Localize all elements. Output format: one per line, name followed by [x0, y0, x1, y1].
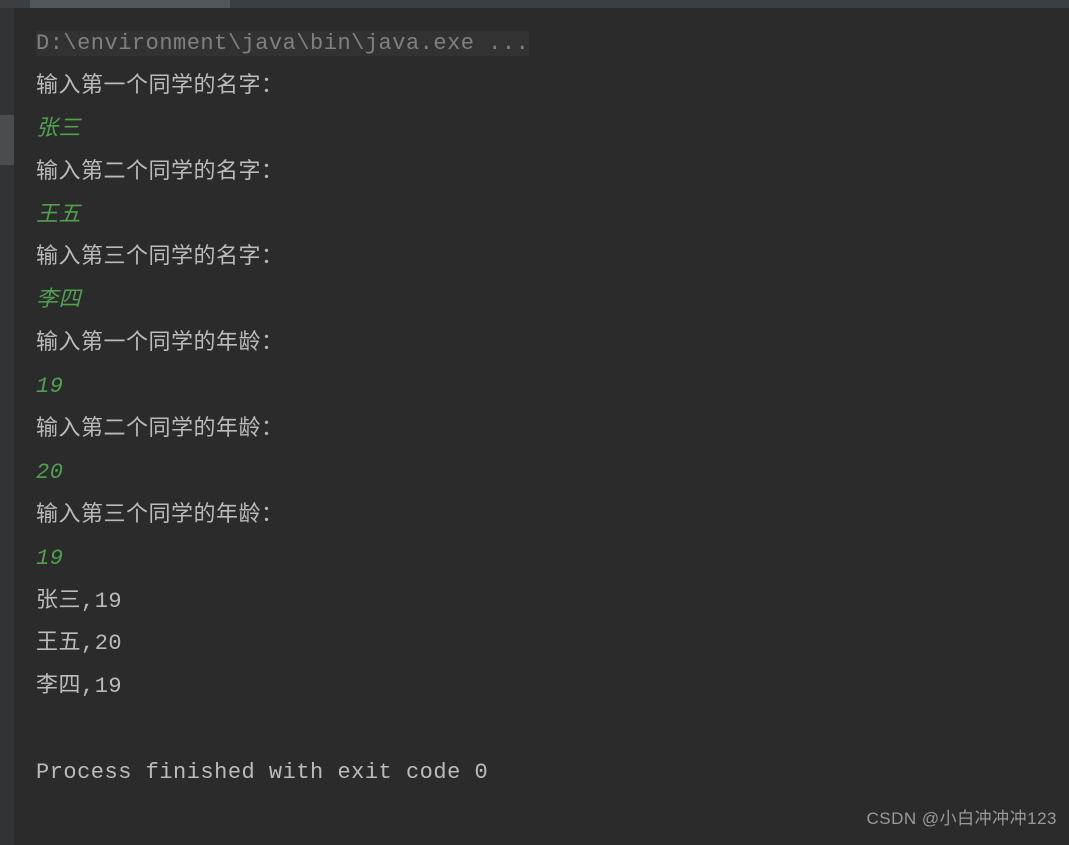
gutter-highlight — [0, 115, 14, 165]
exit-message: Process finished with exit code 0 — [36, 752, 1069, 795]
console-line: 李四,19 — [36, 666, 1069, 709]
console-line: 输入第二个同学的名字： — [36, 152, 1069, 195]
console-line: 李四 — [36, 280, 1069, 323]
console-output[interactable]: D:\environment\java\bin\java.exe ... 输入第… — [0, 8, 1069, 795]
scrollbar-track[interactable] — [1057, 8, 1069, 837]
console-line: 输入第三个同学的名字： — [36, 237, 1069, 280]
console-line: 王五,20 — [36, 623, 1069, 666]
console-line: 张三,19 — [36, 581, 1069, 624]
console-line: 输入第三个同学的年龄： — [36, 495, 1069, 538]
console-line: 输入第二个同学的年龄： — [36, 409, 1069, 452]
console-line: 王五 — [36, 195, 1069, 238]
console-line: 20 — [36, 452, 1069, 495]
watermark: CSDN @小白冲冲冲123 — [866, 804, 1057, 829]
console-empty-line — [36, 709, 1069, 752]
console-line: 张三 — [36, 109, 1069, 152]
console-line: 输入第一个同学的年龄： — [36, 323, 1069, 366]
console-line: 19 — [36, 538, 1069, 581]
command-line: D:\environment\java\bin\java.exe ... — [36, 31, 529, 56]
tab-indicator — [30, 0, 230, 8]
console-line: 19 — [36, 366, 1069, 409]
console-line: 输入第一个同学的名字： — [36, 66, 1069, 109]
